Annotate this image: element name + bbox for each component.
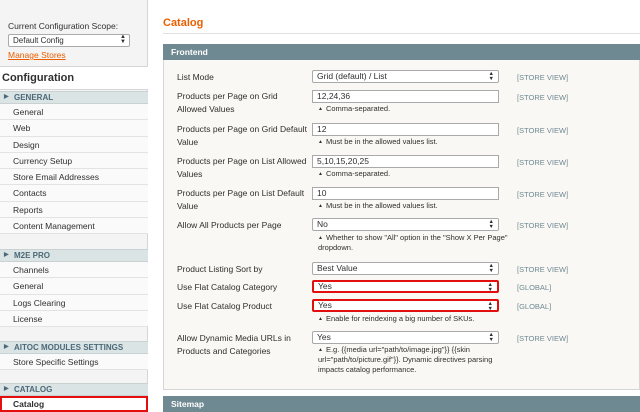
field-label: List Mode (177, 72, 214, 82)
sidebar-item-design[interactable]: Design (0, 136, 148, 153)
select-arrows-icon: ▲ ▼ (488, 332, 494, 343)
select-value: Best Value (317, 263, 358, 273)
grid-allowed-values-input[interactable]: 12,24,36 (312, 90, 499, 103)
flat-catalog-product-select[interactable]: Yes ▲ ▼ (312, 299, 499, 312)
field-label: Allow Dynamic Media URLs in Products and… (177, 333, 291, 356)
sidebar-item-logs-clearing[interactable]: Logs Clearing (0, 294, 148, 311)
field-label: Allow All Products per Page (177, 220, 282, 230)
triangle-right-icon: ▶ (4, 252, 9, 258)
caret-up-icon: ▲ (318, 106, 323, 112)
sidebar-item-license[interactable]: License (0, 310, 148, 328)
manage-stores-link[interactable]: Manage Stores (8, 50, 142, 60)
scope-tag: [GLOBAL] (517, 302, 552, 311)
scope-select[interactable]: Default Config ▲ ▼ (8, 34, 130, 47)
nav-head-general[interactable]: ▶ GENERAL (0, 91, 148, 104)
field-label: Product Listing Sort by (177, 264, 263, 274)
page-title: Catalog (163, 17, 204, 29)
triangle-right-icon: ▶ (4, 94, 9, 100)
scope-tag: [STORE VIEW] (517, 334, 569, 343)
dynamic-media-urls-select[interactable]: Yes ▲ ▼ (312, 331, 499, 344)
sidebar-item-reports[interactable]: Reports (0, 201, 148, 219)
sidebar-item-content-management[interactable]: Content Management (0, 218, 148, 235)
list-default-value-input[interactable]: 10 (312, 187, 499, 200)
sidebar-item-currency-setup[interactable]: Currency Setup (0, 152, 148, 170)
nav-group-aitoc: ▶ AITOC MODULES SETTINGS Store Specific S… (0, 341, 148, 371)
select-value: Yes (318, 281, 332, 291)
flat-catalog-category-select[interactable]: Yes ▲ ▼ (312, 280, 499, 293)
sidebar-item-m2e-general[interactable]: General (0, 278, 148, 295)
field-hint: ▲ Comma-separated. (318, 169, 391, 178)
grid-default-value-input[interactable]: 12 (312, 123, 499, 136)
field-label: Use Flat Catalog Category (177, 282, 278, 292)
configuration-title: Configuration (0, 66, 148, 90)
sidebar-item-web[interactable]: Web (0, 120, 148, 137)
sidebar-item-store-specific-settings[interactable]: Store Specific Settings (0, 354, 148, 371)
field-label: Products per Page on List Allowed Values (177, 156, 307, 179)
field-hint: ▲ Must be in the allowed values list. (318, 137, 438, 146)
scope-tag: [STORE VIEW] (517, 126, 569, 135)
nav-head-catalog[interactable]: ▶ CATALOG (0, 383, 148, 396)
select-arrows-icon: ▲ ▼ (487, 282, 493, 293)
allow-all-products-select[interactable]: No ▲ ▼ (312, 218, 499, 231)
scope-label: Current Configuration Scope: (8, 21, 119, 31)
scope-tag: [STORE VIEW] (517, 158, 569, 167)
sidebar-item-channels[interactable]: Channels (0, 262, 148, 279)
caret-up-icon: ▲ (318, 203, 323, 209)
select-value: Grid (default) / List (317, 71, 387, 81)
select-arrows-icon: ▲ ▼ (487, 301, 493, 312)
caret-up-icon: ▲ (318, 235, 323, 241)
nav-group-catalog: ▶ CATALOG Catalog (0, 383, 148, 412)
section-header-sitemap[interactable]: Sitemap (163, 396, 640, 412)
sidebar-item-contacts[interactable]: Contacts (0, 185, 148, 202)
field-label: Products per Page on Grid Allowed Values (177, 91, 278, 114)
scope-switcher: Current Configuration Scope: Default Con… (8, 21, 142, 60)
select-value: Yes (317, 332, 331, 342)
scope-tag: [STORE VIEW] (517, 265, 569, 274)
sidebar-item-general[interactable]: General (0, 104, 148, 121)
caret-up-icon: ▲ (318, 139, 323, 145)
scope-tag: [STORE VIEW] (517, 190, 569, 199)
section-header-frontend[interactable]: Frontend (163, 44, 640, 60)
caret-up-icon: ▲ (318, 171, 323, 177)
scope-tag: [STORE VIEW] (517, 93, 569, 102)
field-label: Products per Page on List Default Value (177, 188, 305, 211)
triangle-right-icon: ▶ (4, 386, 9, 392)
field-hint: ▲ E.g. {{media url="path/to/image.jpg"}} … (318, 345, 493, 374)
list-allowed-values-input[interactable]: 5,10,15,20,25 (312, 155, 499, 168)
nav-head-m2e-pro[interactable]: ▶ M2E PRO (0, 249, 148, 262)
scope-tag: [STORE VIEW] (517, 221, 569, 230)
field-label: Products per Page on Grid Default Value (177, 124, 307, 147)
field-label: Use Flat Catalog Product (177, 301, 272, 311)
select-arrows-icon: ▲ ▼ (488, 263, 494, 274)
list-mode-select[interactable]: Grid (default) / List ▲ ▼ (312, 70, 499, 83)
select-arrows-icon: ▲ ▼ (488, 219, 494, 230)
field-hint: ▲ Comma-separated. (318, 104, 391, 113)
scope-tag: [GLOBAL] (517, 283, 552, 292)
scope-select-value: Default Config (13, 36, 64, 45)
sidebar-item-catalog[interactable]: Catalog (0, 396, 148, 412)
title-divider (163, 33, 640, 34)
select-value: Yes (318, 300, 332, 310)
scope-tag: [STORE VIEW] (517, 73, 569, 82)
field-hint: ▲ Enable for reindexing a big number of S… (318, 314, 475, 323)
nav-group-general: ▶ GENERAL General Web Design Currency Set… (0, 91, 148, 235)
triangle-right-icon: ▶ (4, 344, 9, 350)
select-value: No (317, 219, 328, 229)
nav-group-m2e-pro: ▶ M2E PRO Channels General Logs Clearing … (0, 249, 148, 328)
product-listing-sort-select[interactable]: Best Value ▲ ▼ (312, 262, 499, 275)
select-arrows-icon: ▲ ▼ (120, 34, 126, 45)
nav-head-aitoc[interactable]: ▶ AITOC MODULES SETTINGS (0, 341, 148, 354)
sidebar-item-store-email-addresses[interactable]: Store Email Addresses (0, 169, 148, 186)
field-hint: ▲ Must be in the allowed values list. (318, 201, 438, 210)
select-arrows-icon: ▲ ▼ (488, 71, 494, 82)
field-hint: ▲ Whether to show "All" option in the "Sh… (318, 233, 508, 252)
caret-up-icon: ▲ (318, 316, 323, 322)
caret-up-icon: ▲ (318, 347, 323, 353)
sidebar: Current Configuration Scope: Default Con… (0, 0, 148, 412)
